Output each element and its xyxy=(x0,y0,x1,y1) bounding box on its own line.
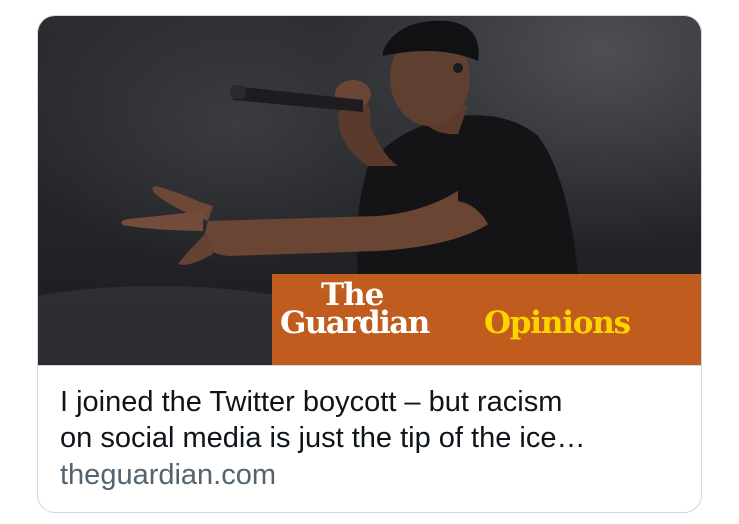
link-preview-card[interactable]: The Guardian Opinions I joined the Twitt… xyxy=(37,15,702,513)
guardian-opinions-banner: The Guardian Opinions xyxy=(272,274,701,365)
brand-guardian: Guardian xyxy=(280,305,430,341)
article-image[interactable]: The Guardian Opinions xyxy=(38,16,701,365)
article-title-line-2: on social media is just the tip of the i… xyxy=(60,422,586,454)
article-domain: theguardian.com xyxy=(60,459,277,491)
card-text-area[interactable]: I joined the Twitter boycott – but racis… xyxy=(38,365,701,512)
brand-opinions: Opinions xyxy=(484,305,631,341)
article-title-line-1: I joined the Twitter boycott – but racis… xyxy=(60,386,563,418)
article-title[interactable]: I joined the Twitter boycott – but racis… xyxy=(60,384,680,456)
